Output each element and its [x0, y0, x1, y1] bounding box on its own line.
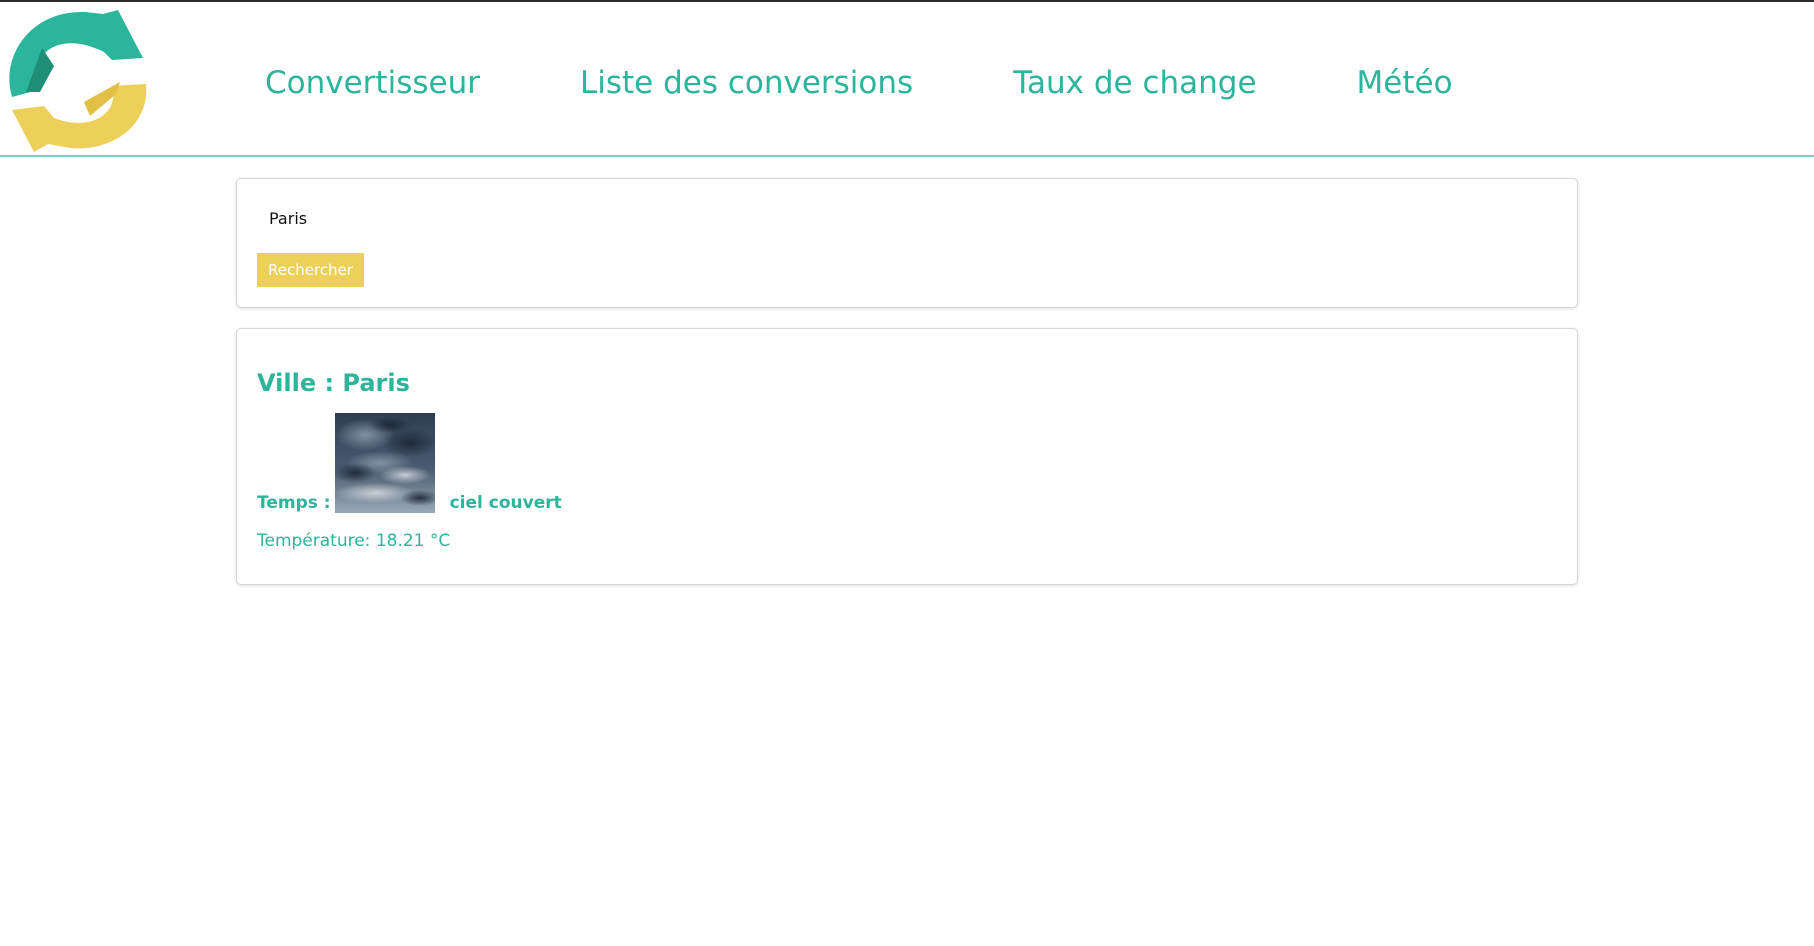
logo-icon[interactable] [0, 2, 150, 152]
search-card: Rechercher [236, 178, 1578, 308]
search-button[interactable]: Rechercher [257, 253, 364, 287]
temperature-text: Température: 18.21 °C [257, 531, 451, 551]
weather-description: ciel couvert [449, 493, 562, 513]
weather-row: Temps : ciel couvert [257, 413, 562, 513]
weather-result-card: Ville : Paris Temps : ciel couvert Tempé… [236, 328, 1578, 585]
city-title: Ville : Paris [257, 369, 410, 397]
nav-link-liste-conversions[interactable]: Liste des conversions [580, 65, 913, 101]
site-header: Convertisseur Liste des conversions Taux… [0, 2, 1814, 157]
nav-link-convertisseur[interactable]: Convertisseur [265, 65, 480, 101]
nav-link-meteo[interactable]: Météo [1357, 65, 1453, 101]
temps-label: Temps : [257, 493, 331, 513]
overcast-sky-image [334, 413, 435, 513]
main-nav: Convertisseur Liste des conversions Taux… [265, 58, 1453, 108]
city-search-input[interactable] [257, 201, 669, 235]
nav-link-taux-de-change[interactable]: Taux de change [1013, 65, 1256, 101]
